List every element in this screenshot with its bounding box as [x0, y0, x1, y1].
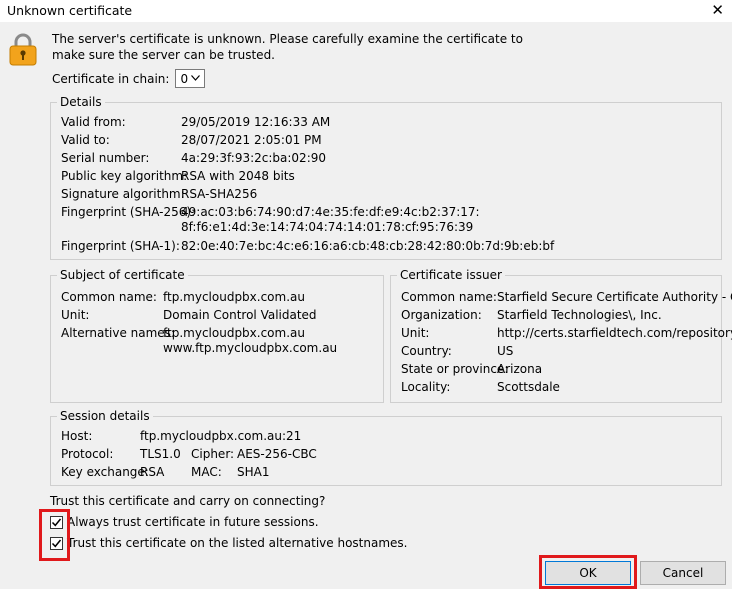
chevron-down-icon — [191, 73, 201, 84]
subject-legend: Subject of certificate — [57, 268, 188, 283]
certificate-chain-row: Certificate in chain: 0 — [52, 69, 206, 88]
subject-group: Subject of certificate Common name: ftp.… — [50, 268, 384, 403]
cancel-button[interactable]: Cancel — [640, 561, 726, 585]
session-row-protocol: Protocol: TLS1.0 Cipher: AES-256-CBC — [61, 447, 317, 462]
subject-label: Common name: — [61, 290, 157, 304]
detail-value: 4a:29:3f:93:2c:ba:02:90 — [181, 151, 327, 165]
issuer-label: State or province: — [401, 362, 509, 376]
subject-value: Domain Control Validated — [163, 308, 317, 322]
details-group: Details Valid from: 29/05/2019 12:16:33 … — [50, 95, 722, 260]
issuer-row: State or province: Arizona — [401, 362, 542, 377]
chain-select[interactable]: 0 — [175, 69, 206, 88]
issuer-row: Organization: Starfield Technologies\, I… — [401, 308, 662, 323]
chain-label: Certificate in chain: — [52, 71, 170, 86]
details-row: Valid to: 28/07/2021 2:05:01 PM — [61, 133, 322, 148]
close-icon[interactable]: ✕ — [711, 1, 724, 19]
session-row-host: Host: ftp.mycloudpbx.com.au:21 — [61, 429, 301, 444]
details-legend: Details — [57, 95, 105, 110]
cipher-label: Cipher: — [191, 447, 235, 461]
detail-label: Valid to: — [61, 133, 110, 147]
subject-row: Common name: ftp.mycloudpbx.com.au — [61, 290, 305, 305]
session-row-kex: Key exchange: RSA MAC: SHA1 — [61, 465, 269, 480]
detail-value: 82:0e:40:7e:bc:4c:e6:16:a6:cb:48:cb:28:4… — [181, 239, 555, 253]
issuer-value: Starfield Technologies\, Inc. — [497, 308, 662, 322]
protocol-value: TLS1.0 — [140, 447, 181, 461]
alt-name-2: www.ftp.mycloudpbx.com.au — [163, 341, 338, 355]
fingerprint-sha256-line-1: 49:ac:03:b6:74:90:d7:4e:35:fe:df:e9:4c:b… — [181, 205, 480, 219]
issuer-value: US — [497, 344, 514, 358]
issuer-value: Scottsdale — [497, 380, 560, 394]
session-legend: Session details — [57, 409, 153, 424]
details-row: Fingerprint (SHA-256): 49:ac:03:b6:74:90… — [61, 205, 480, 234]
always-trust-label[interactable]: Always trust certificate in future sessi… — [67, 515, 319, 529]
detail-value: 29/05/2019 12:16:33 AM — [181, 115, 331, 129]
details-row: Serial number: 4a:29:3f:93:2c:ba:02:90 — [61, 151, 326, 166]
host-label: Host: — [61, 429, 93, 443]
alt-hostnames-label[interactable]: Trust this certificate on the listed alt… — [67, 536, 407, 550]
subject-row: Unit: Domain Control Validated — [61, 308, 317, 323]
issuer-label: Unit: — [401, 326, 430, 340]
issuer-row: Common name: Starfield Secure Certificat… — [401, 290, 732, 305]
mac-label: MAC: — [191, 465, 222, 479]
details-row: Signature algorithm: RSA-SHA256 — [61, 187, 257, 202]
chain-selected-value: 0 — [180, 71, 189, 86]
detail-value: 28/07/2021 2:05:01 PM — [181, 133, 322, 147]
issuer-label: Locality: — [401, 380, 451, 394]
detail-label: Fingerprint (SHA-256): — [61, 205, 196, 219]
kex-label: Key exchange: — [61, 465, 149, 479]
subject-label: Unit: — [61, 308, 90, 322]
warning-message: The server's certificate is unknown. Ple… — [52, 31, 523, 63]
mac-value: SHA1 — [237, 465, 270, 479]
subject-value: ftp.mycloudpbx.com.au www.ftp.mycloudpbx… — [163, 326, 337, 356]
issuer-row: Unit: http://certs.starfieldtech.com/rep… — [401, 326, 732, 341]
subject-label: Alternative names: — [61, 326, 175, 340]
title-bar: Unknown certificate ✕ — [0, 0, 732, 22]
detail-label: Valid from: — [61, 115, 126, 129]
kex-value: RSA — [140, 465, 165, 479]
always-trust-option[interactable]: Always trust certificate in future sessi… — [50, 515, 319, 529]
subject-value: ftp.mycloudpbx.com.au — [163, 290, 305, 304]
window-title: Unknown certificate — [7, 3, 133, 18]
cipher-value: AES-256-CBC — [237, 447, 317, 461]
protocol-label: Protocol: — [61, 447, 114, 461]
detail-label: Signature algorithm: — [61, 187, 185, 201]
trust-question: Trust this certificate and carry on conn… — [50, 494, 326, 508]
alt-hostnames-option[interactable]: Trust this certificate on the listed alt… — [50, 536, 407, 550]
detail-value: RSA-SHA256 — [181, 187, 258, 201]
issuer-row: Country: US — [401, 344, 513, 359]
detail-label: Serial number: — [61, 151, 150, 165]
fingerprint-sha256-line-2: 8f:f6:e1:4d:3e:14:74:04:74:14:01:78:cf:9… — [181, 220, 474, 234]
session-group: Session details Host: ftp.mycloudpbx.com… — [50, 409, 722, 486]
issuer-row: Locality: Scottsdale — [401, 380, 560, 395]
issuer-value: Arizona — [497, 362, 543, 376]
details-row: Public key algorithm: RSA with 2048 bits — [61, 169, 295, 184]
issuer-label: Country: — [401, 344, 452, 358]
issuer-label: Common name: — [401, 290, 497, 304]
issuer-legend: Certificate issuer — [397, 268, 505, 283]
warning-line-1: The server's certificate is unknown. Ple… — [52, 32, 523, 46]
subject-row: Alternative names: ftp.mycloudpbx.com.au… — [61, 326, 337, 355]
checkbox-highlight — [39, 509, 70, 561]
issuer-value: http://certs.starfieldtech.com/repositor… — [497, 326, 732, 340]
ok-highlight — [539, 555, 637, 589]
issuer-group: Certificate issuer Common name: Starfiel… — [390, 268, 732, 403]
detail-label: Public key algorithm: — [61, 169, 188, 183]
padlock-icon — [9, 33, 37, 66]
alt-name-1: ftp.mycloudpbx.com.au — [163, 326, 305, 340]
detail-value: 49:ac:03:b6:74:90:d7:4e:35:fe:df:e9:4c:b… — [181, 205, 480, 235]
issuer-value: Starfield Secure Certificate Authority -… — [497, 290, 732, 304]
warning-line-2: make sure the server can be trusted. — [52, 48, 275, 62]
issuer-label: Organization: — [401, 308, 482, 322]
details-row: Fingerprint (SHA-1): 82:0e:40:7e:bc:4c:e… — [61, 239, 554, 254]
detail-value: RSA with 2048 bits — [181, 169, 295, 183]
host-value: ftp.mycloudpbx.com.au:21 — [140, 429, 302, 443]
detail-label: Fingerprint (SHA-1): — [61, 239, 180, 253]
details-row: Valid from: 29/05/2019 12:16:33 AM — [61, 115, 330, 130]
